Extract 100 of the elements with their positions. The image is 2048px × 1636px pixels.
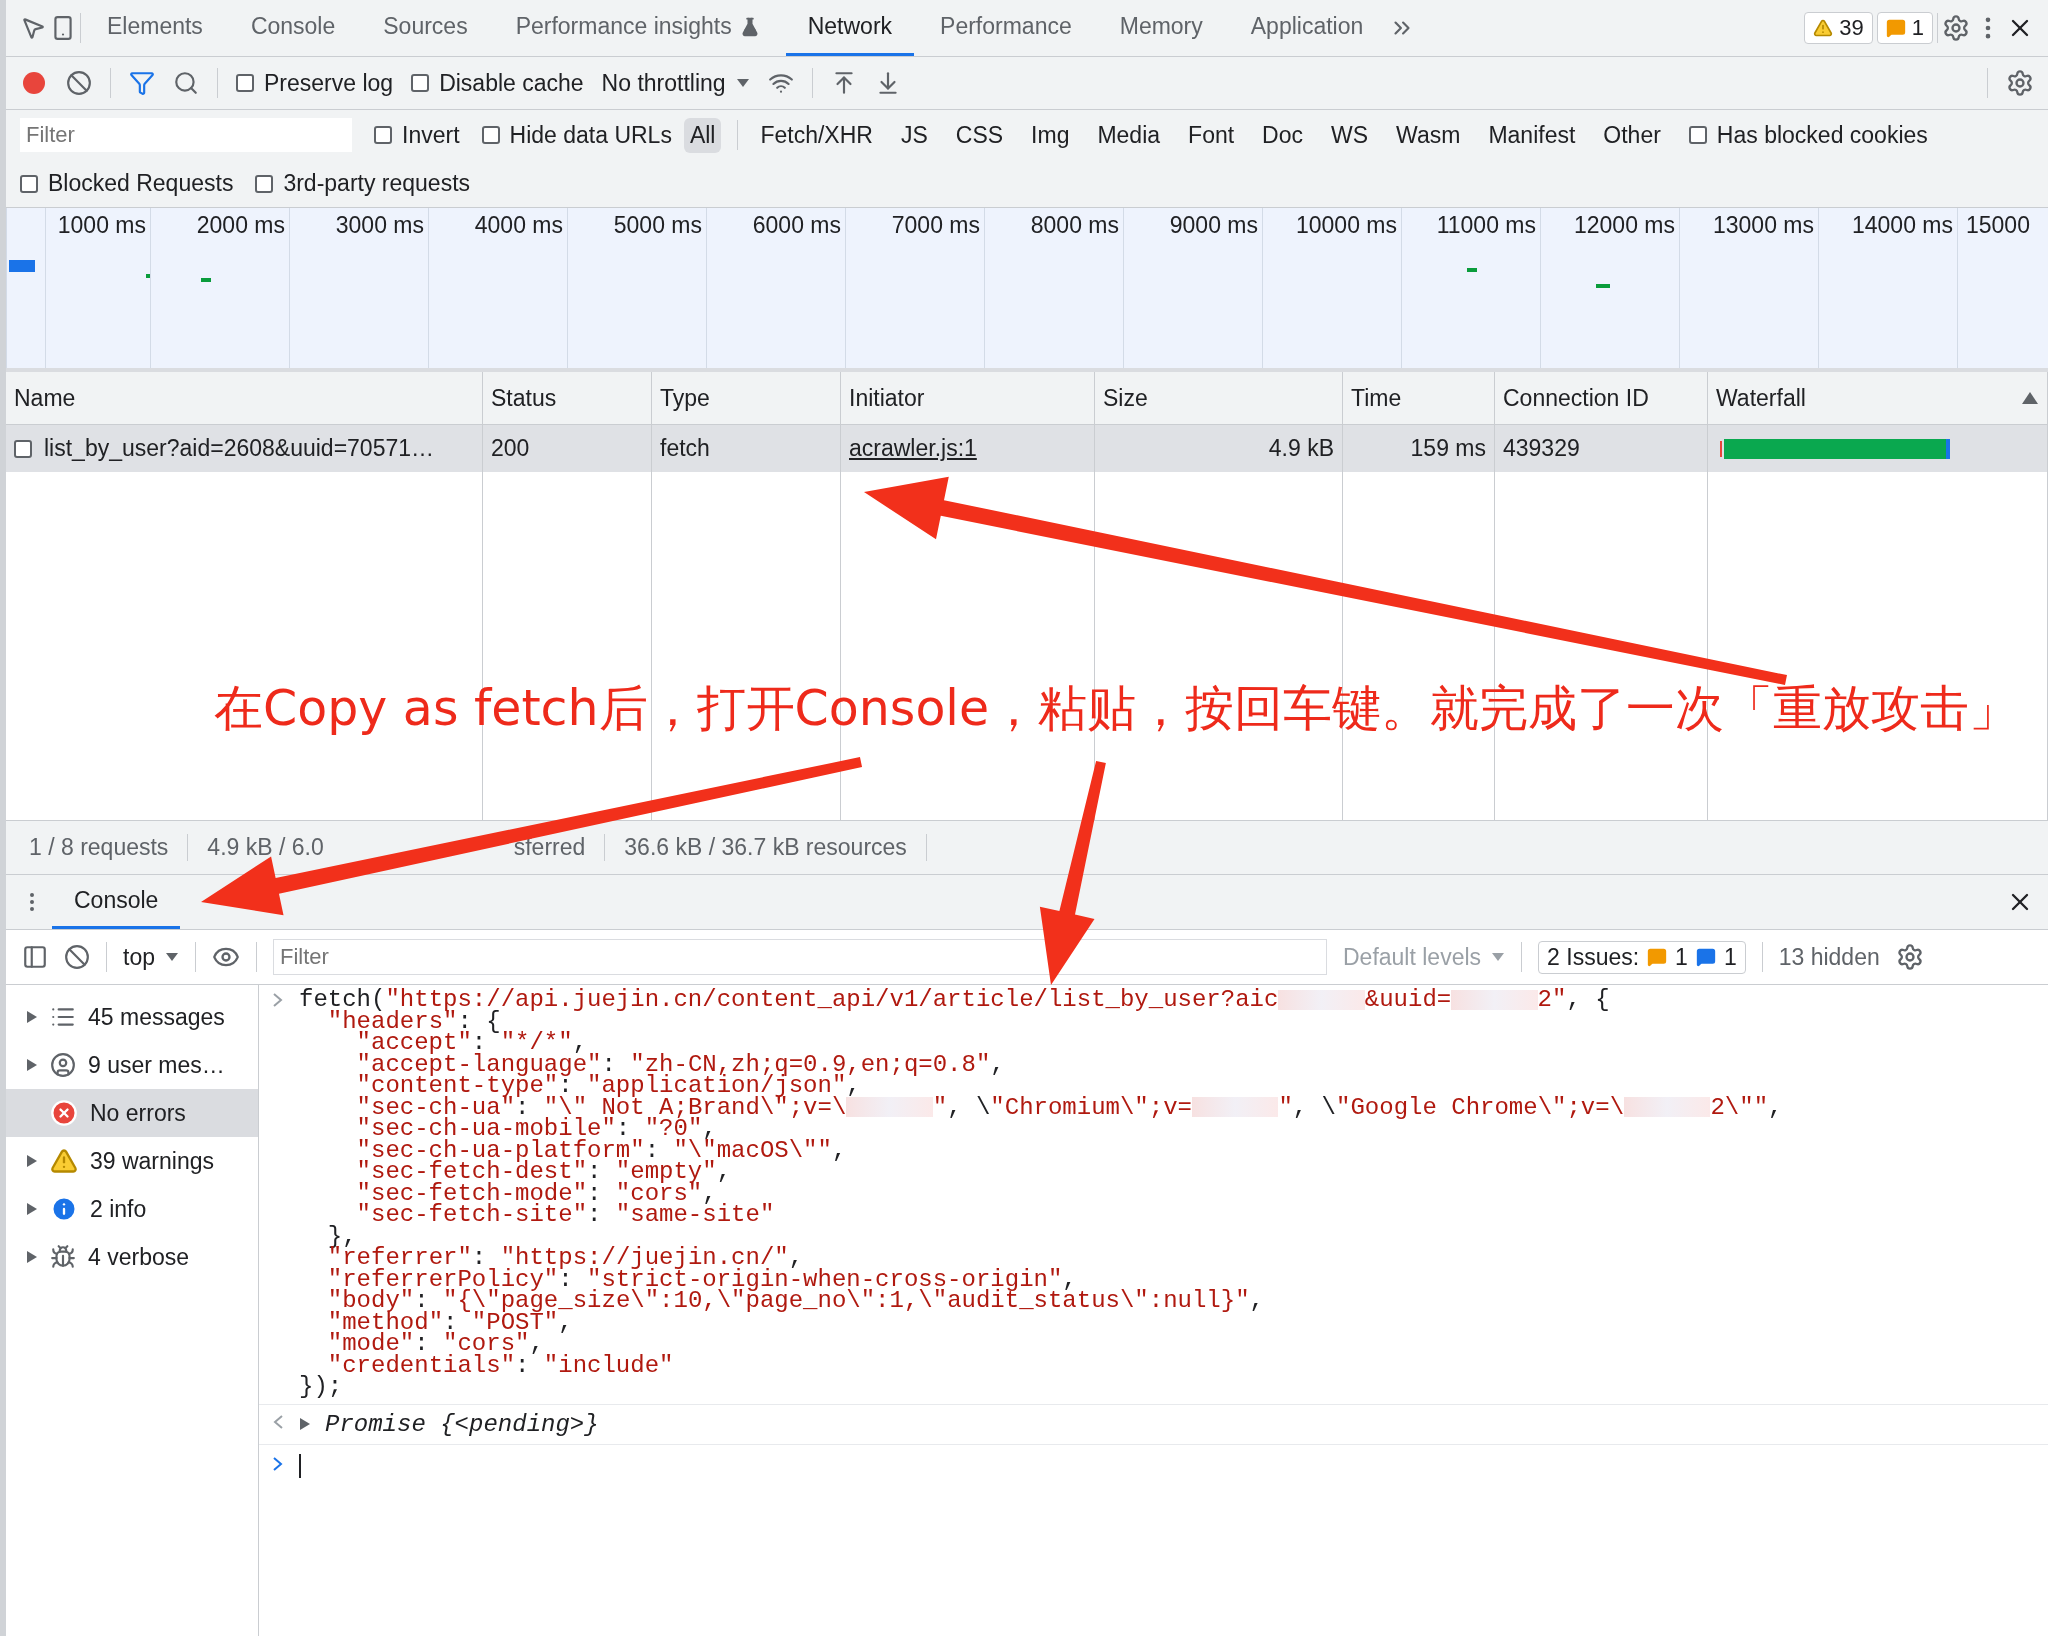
info-icon	[50, 1195, 78, 1223]
checkbox[interactable]: 3rd-party requests	[255, 170, 471, 197]
sidebar-item[interactable]: 9 user mes…	[6, 1041, 258, 1089]
request-mark	[9, 260, 35, 272]
caret-icon[interactable]	[1491, 952, 1506, 962]
user-icon	[50, 1052, 76, 1078]
timeline-overview[interactable]: 1000 ms 2000 ms 3000 ms 4000 ms 5000 ms 6000 ms 7000 ms 8000 ms 9000 ms 10000 ms 11000 ms 12000 ms 13000 ms 14000 ms 15000	[6, 208, 2048, 372]
filter-field[interactable]: Filter	[20, 118, 352, 152]
code-text: fetch("https://api.juejin.cn/content_api/v1/article/list_by_user?aic &uuid= 2", { "headers": { "accept": "*/*", "accept-language": "zh-CN,zh;q=0.9,en;q=0.8", "content-type": "application/json", "sec-ch-ua": "\" Not A;Brand\";v=\ ", \"Chromium\";v= ", \"Google Chrome\";v=\ 2\"", "sec-ch-ua-mobile": "?0", "sec-ch-ua-platform": "\"macOS\"", "sec-fetch-dest": "empty", "sec-fetch-mode": "cors", "sec-fetch-site": "same-site" }, "referrer": "https://juejin.cn/", "referrerPolicy": "strict-origin-when-cross-origin", "body": "{\"page_size\":10,\"page_no\":1,\"audit_status\":null}", "method": "POST", "mode": "cors", "credentials": "include" });	[299, 989, 1783, 1398]
panel-tab[interactable]: Performance insights	[493, 0, 782, 56]
error-icon	[50, 1099, 78, 1127]
type-filter[interactable]: CSS	[949, 117, 1010, 153]
inspect-icon[interactable]	[20, 15, 46, 41]
checkbox[interactable]: Blocked Requests	[20, 170, 234, 197]
column-header[interactable]: Size	[1095, 372, 1343, 425]
checkbox[interactable]: Invert	[374, 121, 460, 149]
issues-button[interactable]: 2 Issues: 1 1	[1538, 940, 1746, 974]
warnings-badge[interactable]: 39	[1804, 12, 1873, 44]
time-tick: 11000 ms	[1436, 212, 1536, 240]
panel-tab[interactable]: Performance	[918, 0, 1094, 56]
result-text[interactable]: Promise {<pending>}	[325, 1410, 599, 1438]
time-tick: 8000 ms	[1030, 212, 1119, 240]
column-header[interactable]: Connection ID	[1495, 372, 1708, 425]
checkbox[interactable]: Preserve log	[236, 69, 394, 97]
expand-arrow-icon[interactable]	[26, 1154, 38, 1168]
expand-arrow-icon[interactable]	[26, 1202, 38, 1216]
type-filter[interactable]: Manifest	[1482, 117, 1582, 153]
status-text: 36.6 kB / 36.7 kB resources	[624, 834, 907, 861]
time-tick: 7000 ms	[891, 212, 980, 240]
expand-arrow-icon[interactable]	[299, 1417, 311, 1431]
time-tick: 15000	[1966, 212, 2030, 240]
settings-icon[interactable]	[1942, 14, 1970, 42]
type-filter[interactable]: Other	[1597, 117, 1667, 153]
warning-icon	[50, 1147, 78, 1175]
checkbox[interactable]: Hide data URLs	[481, 121, 672, 149]
table-cell: 439329	[1495, 425, 1708, 472]
time-tick: 4000 ms	[474, 212, 563, 240]
checkbox[interactable]: Disable cache	[411, 69, 584, 97]
filter-icon[interactable]	[129, 70, 155, 96]
expand-arrow-icon[interactable]	[26, 1250, 38, 1264]
type-filter[interactable]: Img	[1025, 117, 1076, 153]
info-message-icon	[1695, 947, 1716, 967]
sort-icon	[2021, 391, 2039, 405]
column-header[interactable]: Time	[1343, 372, 1495, 425]
type-filter[interactable]: JS	[894, 117, 934, 153]
warning-message-icon	[1647, 947, 1668, 967]
type-filter[interactable]: Media	[1091, 117, 1167, 153]
bug-icon	[50, 1244, 76, 1270]
column-header[interactable]: Name	[6, 372, 483, 425]
caret-icon[interactable]	[735, 78, 750, 88]
time-tick: 1000 ms	[57, 212, 146, 240]
type-filter[interactable]: Fetch/XHR	[754, 117, 879, 153]
filter-field[interactable]: Filter	[273, 939, 1327, 975]
table-cell: 4.9 kB	[1095, 425, 1343, 472]
prompt-chevron-icon	[271, 1454, 285, 1473]
status-text: 1 / 8 requests	[29, 834, 169, 861]
panel-tab[interactable]: Sources	[361, 0, 490, 56]
column-header[interactable]: Status	[483, 372, 652, 425]
panel-tab[interactable]: Console	[228, 0, 358, 56]
type-filter[interactable]: Font	[1182, 117, 1241, 153]
time-tick: 10000 ms	[1296, 212, 1397, 240]
status-text: 4.9 kB / 6.0	[207, 834, 324, 861]
sidebar-toggle-icon[interactable]	[22, 944, 48, 970]
settings-icon[interactable]	[1895, 943, 1924, 971]
checkbox-icon[interactable]	[14, 439, 32, 458]
sidebar-item[interactable]: 45 messages	[6, 993, 258, 1041]
column-header[interactable]: Waterfall	[1708, 372, 2048, 425]
initiator-link[interactable]: acrawler.js:1	[849, 435, 977, 462]
type-filter[interactable]: WS	[1325, 117, 1375, 153]
time-tick: 12000 ms	[1574, 212, 1675, 240]
panel-tab[interactable]: Application	[1228, 0, 1386, 56]
checkbox[interactable]: Has blocked cookies	[1688, 121, 1928, 149]
search-icon[interactable]	[173, 70, 199, 96]
hidden-count: 13 hidden	[1778, 943, 1880, 971]
sidebar-item[interactable]: 2 info	[6, 1185, 258, 1233]
context-dropdown[interactable]: top	[123, 943, 179, 971]
sidebar-item[interactable]: No errors	[6, 1089, 258, 1137]
column-header[interactable]: Type	[652, 372, 841, 425]
throttling-dropdown[interactable]: No throttling	[601, 69, 750, 97]
time-tick: 9000 ms	[1169, 212, 1258, 240]
text-cursor[interactable]	[299, 1453, 301, 1478]
clear-icon[interactable]	[64, 944, 90, 970]
column-header[interactable]: Initiator	[841, 372, 1095, 425]
type-filter[interactable]: Doc	[1256, 117, 1309, 153]
panel-tab[interactable]: Memory	[1097, 0, 1225, 56]
expand-arrow-icon[interactable]	[26, 1010, 38, 1024]
type-filter[interactable]: All	[683, 117, 722, 153]
panel-tab[interactable]: Elements	[85, 0, 225, 56]
type-filter[interactable]: Wasm	[1390, 117, 1467, 153]
settings-icon[interactable]	[2006, 69, 2034, 97]
time-tick: 2000 ms	[196, 212, 285, 240]
issues-badge[interactable]: 1	[1876, 12, 1933, 44]
clear-icon[interactable]	[66, 70, 92, 96]
result-chevron-icon	[271, 1413, 285, 1431]
sidebar-item[interactable]: 39 warnings	[6, 1137, 258, 1185]
sidebar-item[interactable]: 4 verbose	[6, 1233, 258, 1281]
expand-arrow-icon[interactable]	[26, 1058, 38, 1072]
caret-icon[interactable]	[165, 952, 179, 962]
record-button[interactable]	[20, 69, 48, 97]
table-cell: fetch	[652, 425, 841, 472]
